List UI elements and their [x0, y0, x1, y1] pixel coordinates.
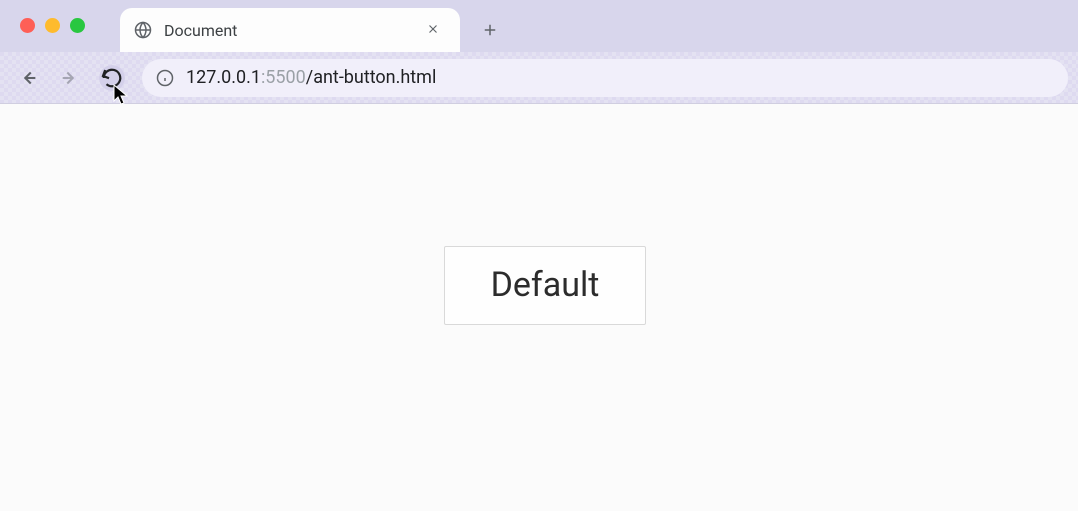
address-bar[interactable]: 127.0.0.1:5500/ant-button.html [142, 59, 1068, 97]
browser-tab[interactable]: Document [120, 8, 460, 52]
window-maximize-button[interactable] [70, 18, 85, 33]
window-controls [20, 18, 85, 33]
forward-button[interactable] [52, 60, 88, 96]
info-icon[interactable] [156, 69, 174, 87]
url-port: :5500 [261, 67, 306, 88]
reload-button[interactable] [94, 60, 130, 96]
url-host: 127.0.0.1 [186, 67, 261, 88]
window-minimize-button[interactable] [45, 18, 60, 33]
window-close-button[interactable] [20, 18, 35, 33]
tab-title: Document [164, 21, 420, 40]
tab-close-button[interactable] [420, 20, 446, 41]
default-button[interactable]: Default [444, 246, 647, 325]
url-path: /ant-button.html [306, 67, 437, 88]
page-content: Default [0, 104, 1078, 511]
tab-bar: Document [0, 0, 1078, 52]
back-button[interactable] [10, 60, 46, 96]
new-tab-button[interactable] [472, 12, 508, 48]
url-text: 127.0.0.1:5500/ant-button.html [186, 67, 436, 88]
browser-toolbar: 127.0.0.1:5500/ant-button.html [0, 52, 1078, 104]
globe-icon [134, 21, 152, 39]
